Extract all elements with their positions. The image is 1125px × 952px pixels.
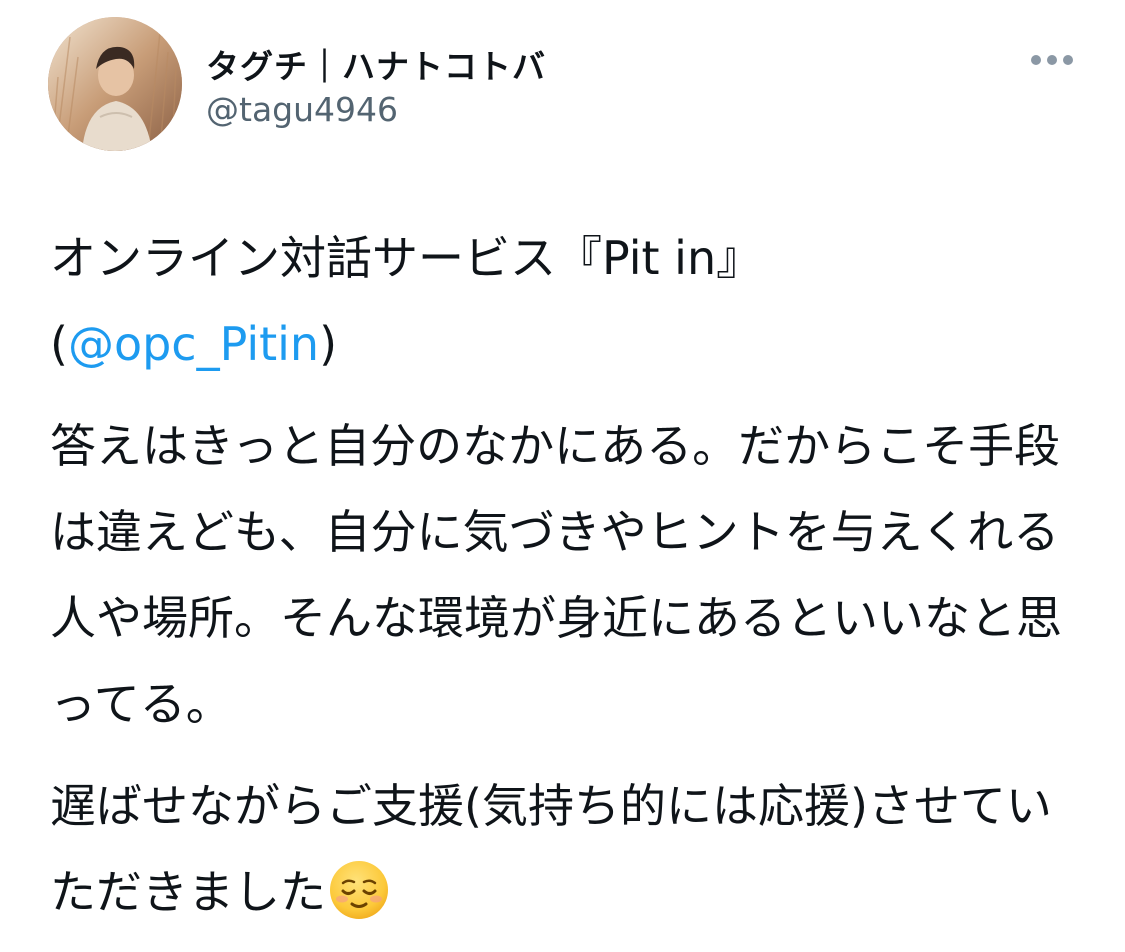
tweet-paragraph-1: オンライン対話サービス『Pit in』 (@opc_Pitin) [50, 215, 1090, 387]
author-display-name[interactable]: タグチ｜ハナトコトバ [206, 40, 546, 88]
author-avatar[interactable] [48, 17, 182, 151]
tweet-body: オンライン対話サービス『Pit in』 (@opc_Pitin) 答えはきっと自分… [50, 215, 1090, 935]
tweet-paragraph-1-text: オンライン対話サービス『Pit in』 [50, 231, 763, 285]
avatar-photo-icon [48, 17, 182, 151]
more-dots-icon [1031, 55, 1073, 65]
mention-paren-close: ) [319, 317, 338, 371]
tweet-paragraph-2: 答えはきっと自分のなかにある。だからこそ手段は違えども、自分に気づきやヒントを与… [50, 419, 1062, 731]
author-handle[interactable]: @tagu4946 [206, 90, 398, 129]
tweet-card: タグチ｜ハナトコトバ @tagu4946 オンライン対話サービス『Pit in』… [0, 0, 1125, 952]
more-options-button[interactable] [1024, 44, 1080, 76]
tweet-paragraph-3: 遅ばせながらご支援(気持ち的には応援)させていただきました [50, 763, 1090, 935]
mention-paren-open: ( [50, 317, 68, 371]
relieved-face-emoji-icon [328, 859, 390, 921]
tweet-paragraph-3-text: 遅ばせながらご支援(気持ち的には応援)させていただきました [50, 779, 1052, 919]
mention-link[interactable]: @opc_Pitin [68, 317, 319, 371]
